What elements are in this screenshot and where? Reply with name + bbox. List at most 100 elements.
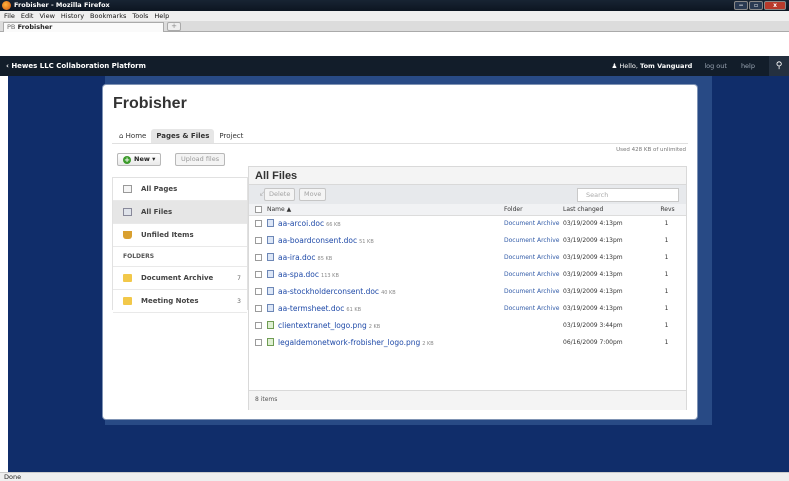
logout-link[interactable]: log out bbox=[704, 62, 727, 70]
section-nav: ⌂ Home Pages & Files Project bbox=[114, 129, 248, 143]
file-revs: 1 bbox=[664, 271, 669, 278]
file-name-link[interactable]: aa-stockholderconsent.doc bbox=[278, 287, 379, 296]
new-tab-button[interactable]: + bbox=[167, 22, 181, 31]
document-file-icon bbox=[267, 287, 274, 295]
menu-bookmarks[interactable]: Bookmarks bbox=[90, 11, 126, 21]
greeting-text: Hello, bbox=[619, 62, 641, 70]
row-checkbox[interactable] bbox=[249, 334, 265, 351]
firefox-icon bbox=[2, 1, 11, 10]
file-revs: 1 bbox=[664, 254, 669, 261]
home-icon: ⌂ bbox=[119, 132, 126, 140]
search-input[interactable]: Search bbox=[577, 188, 679, 202]
sidebar-item-label: Unfiled Items bbox=[141, 230, 194, 239]
tab-project[interactable]: Project bbox=[214, 129, 248, 143]
page-title: Frobisher bbox=[113, 95, 187, 112]
file-name-link[interactable]: aa-ira.doc bbox=[278, 253, 316, 262]
row-checkbox[interactable] bbox=[249, 317, 265, 334]
file-folder-link[interactable]: Document Archive bbox=[502, 215, 561, 232]
menu-file[interactable]: File bbox=[4, 11, 15, 21]
folder-count: 3 bbox=[237, 297, 241, 305]
delete-button[interactable]: Delete bbox=[264, 188, 296, 201]
user-name[interactable]: Tom Vanguard bbox=[640, 62, 692, 70]
table-row[interactable]: aa-stockholderconsent.doc 40 KB Document A… bbox=[249, 283, 686, 300]
column-folder[interactable]: Folder bbox=[502, 204, 561, 216]
file-folder-link[interactable]: Document Archive bbox=[502, 266, 561, 283]
search-icon[interactable]: ⚲ bbox=[769, 56, 789, 76]
file-last-changed: 03/19/2009 4:13pm bbox=[563, 288, 623, 295]
table-row[interactable]: aa-ira.doc 85 KB Document Archive 03/19/200… bbox=[249, 249, 686, 266]
row-checkbox[interactable] bbox=[249, 300, 265, 317]
menu-history[interactable]: History bbox=[61, 11, 84, 21]
table-header-row: Name ▲ Folder Last changed Revs bbox=[249, 204, 686, 216]
file-size: 85 KB bbox=[317, 256, 333, 262]
file-name-link[interactable]: aa-termsheet.doc bbox=[278, 304, 344, 313]
sidebar-item-unfiled[interactable]: Unfiled Items bbox=[113, 224, 247, 247]
file-folder-link[interactable]: Document Archive bbox=[502, 300, 561, 317]
tab-pages-files[interactable]: Pages & Files bbox=[151, 129, 215, 143]
row-checkbox[interactable] bbox=[249, 232, 265, 249]
file-name-link[interactable]: aa-spa.doc bbox=[278, 270, 319, 279]
menu-view[interactable]: View bbox=[39, 11, 54, 21]
row-checkbox[interactable] bbox=[249, 266, 265, 283]
folder-icon bbox=[123, 274, 132, 282]
column-revs[interactable]: Revs bbox=[647, 204, 686, 216]
platform-home-link[interactable]: ‹ Hewes LLC Collaboration Platform bbox=[6, 56, 146, 76]
maximize-button[interactable]: ▫ bbox=[749, 1, 763, 10]
table-row[interactable]: aa-termsheet.doc 61 KB Document Archive 03/… bbox=[249, 300, 686, 317]
column-last-changed[interactable]: Last changed bbox=[561, 204, 647, 216]
file-folder-link[interactable] bbox=[502, 334, 561, 351]
sidebar-item-label: All Pages bbox=[141, 184, 178, 193]
tab-favicon: PB bbox=[7, 23, 16, 31]
file-folder-link[interactable] bbox=[502, 317, 561, 334]
table-row[interactable]: aa-boardconsent.doc 51 KB Document Archive… bbox=[249, 232, 686, 249]
tab-home[interactable]: ⌂ Home bbox=[114, 129, 151, 143]
image-file-icon bbox=[267, 338, 274, 346]
browser-tabbar: PB Frobisher + bbox=[0, 21, 789, 32]
table-row[interactable]: aa-arcoi.doc 66 KB Document Archive 03/19/2… bbox=[249, 215, 686, 232]
browser-tab[interactable]: PB Frobisher bbox=[3, 22, 164, 32]
table-row[interactable]: legaldemonetwork-frobisher_logo.png 2 KB 0… bbox=[249, 334, 686, 351]
file-name-link[interactable]: aa-boardconsent.doc bbox=[278, 236, 357, 245]
row-checkbox[interactable] bbox=[249, 283, 265, 300]
file-name-link[interactable]: legaldemonetwork-frobisher_logo.png bbox=[278, 338, 420, 347]
image-file-icon bbox=[267, 321, 274, 329]
minimize-button[interactable]: − bbox=[734, 1, 748, 10]
file-folder-link[interactable]: Document Archive bbox=[502, 249, 561, 266]
folder-label: Meeting Notes bbox=[141, 296, 199, 305]
sidebar-item-label: All Files bbox=[141, 207, 173, 216]
menu-edit[interactable]: Edit bbox=[21, 11, 34, 21]
sidebar-item-all-files[interactable]: All Files bbox=[113, 201, 247, 224]
sidebar-item-all-pages[interactable]: All Pages bbox=[113, 178, 247, 201]
app-header: ‹ Hewes LLC Collaboration Platform ♟ Hel… bbox=[0, 56, 789, 76]
close-button[interactable]: x bbox=[764, 1, 786, 10]
plus-icon: + bbox=[123, 156, 131, 164]
file-folder-link[interactable]: Document Archive bbox=[502, 232, 561, 249]
folder-label: Document Archive bbox=[141, 273, 214, 282]
menu-tools[interactable]: Tools bbox=[132, 11, 148, 21]
item-count: 8 items bbox=[249, 390, 686, 410]
menu-help[interactable]: Help bbox=[154, 11, 169, 21]
document-file-icon bbox=[267, 236, 274, 244]
file-revs: 1 bbox=[664, 288, 669, 295]
window-title: Frobisher - Mozilla Firefox bbox=[14, 1, 110, 9]
file-revs: 1 bbox=[664, 305, 669, 312]
new-button[interactable]: + New ▾ bbox=[117, 153, 162, 166]
file-name-link[interactable]: clientextranet_logo.png bbox=[278, 321, 367, 330]
sidebar-folder-meeting-notes[interactable]: Meeting Notes 3 bbox=[113, 290, 247, 313]
table-row[interactable]: clientextranet_logo.png 2 KB 03/19/2009 3:… bbox=[249, 317, 686, 334]
file-name-link[interactable]: aa-arcoi.doc bbox=[278, 219, 324, 228]
file-revs: 1 bbox=[664, 322, 669, 329]
column-name[interactable]: Name ▲ bbox=[265, 204, 502, 216]
row-checkbox[interactable] bbox=[249, 215, 265, 232]
content-card: Frobisher ⌂ Home Pages & Files Project +… bbox=[103, 85, 697, 419]
row-checkbox[interactable] bbox=[249, 249, 265, 266]
help-link[interactable]: help bbox=[741, 62, 755, 70]
move-button[interactable]: Move bbox=[299, 188, 327, 201]
sidebar-folder-document-archive[interactable]: Document Archive 7 bbox=[113, 267, 247, 290]
file-folder-link[interactable]: Document Archive bbox=[502, 283, 561, 300]
file-size: 40 KB bbox=[381, 290, 396, 296]
select-all-checkbox[interactable] bbox=[249, 204, 265, 216]
file-toolbar: ↙ Delete Move Search bbox=[249, 184, 686, 204]
upload-files-button[interactable]: Upload files bbox=[175, 153, 226, 166]
table-row[interactable]: aa-spa.doc 113 KB Document Archive 03/19/20… bbox=[249, 266, 686, 283]
